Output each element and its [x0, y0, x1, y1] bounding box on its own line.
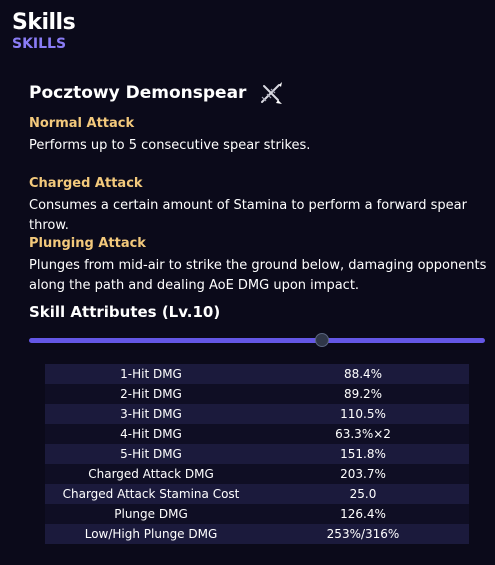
attribute-label: 1-Hit DMG [45, 364, 257, 384]
attribute-label: Plunge DMG [45, 504, 257, 524]
attribute-value: 89.2% [257, 384, 469, 404]
weapon-name: Pocztowy Demonspear [29, 83, 247, 103]
page-title: Skills [12, 10, 76, 35]
skill-attributes-title: Skill Attributes (Lv.10) [29, 303, 221, 321]
attribute-value: 253%/316% [257, 524, 469, 544]
attribute-row: 3-Hit DMG 110.5% [45, 404, 469, 424]
weapon-header: Pocztowy Demonspear [29, 80, 284, 106]
attribute-value: 126.4% [257, 504, 469, 524]
attack-description: Plunges from mid-air to strike the groun… [29, 258, 487, 293]
attribute-value: 25.0 [257, 484, 469, 504]
attribute-label: Charged Attack Stamina Cost [45, 484, 257, 504]
page-subtitle: SKILLS [12, 36, 67, 52]
attribute-value: 151.8% [257, 444, 469, 464]
attack-description: Consumes a certain amount of Stamina to … [29, 198, 467, 233]
attribute-label: 3-Hit DMG [45, 404, 257, 424]
slider-thumb[interactable] [315, 333, 330, 347]
attribute-label: 4-Hit DMG [45, 424, 257, 444]
skill-attributes-table: 1-Hit DMG 88.4% 2-Hit DMG 89.2% 3-Hit DMG 110… [45, 364, 469, 544]
page-header: Skills SKILLS [12, 10, 76, 52]
slider-track[interactable] [29, 338, 485, 343]
crossed-spears-icon [261, 82, 283, 104]
normal-attack-section: Normal Attack Performs up to 5 consecuti… [29, 115, 489, 156]
attribute-row: 1-Hit DMG 88.4% [45, 364, 469, 384]
attribute-row: 4-Hit DMG 63.3%×2 [45, 424, 469, 444]
attack-description: Performs up to 5 consecutive spear strik… [29, 138, 311, 153]
attribute-value: 63.3%×2 [257, 424, 469, 444]
attribute-value: 88.4% [257, 364, 469, 384]
attribute-value: 203.7% [257, 464, 469, 484]
attack-title: Plunging Attack [29, 236, 146, 251]
attribute-row: 2-Hit DMG 89.2% [45, 384, 469, 404]
attribute-row: Charged Attack DMG 203.7% [45, 464, 469, 484]
attribute-label: Charged Attack DMG [45, 464, 257, 484]
attribute-row: 5-Hit DMG 151.8% [45, 444, 469, 464]
level-slider[interactable] [29, 333, 485, 347]
attribute-value: 110.5% [257, 404, 469, 424]
attack-title: Normal Attack [29, 116, 135, 131]
charged-attack-section: Charged Attack Consumes a certain amount… [29, 175, 489, 236]
attribute-label: Low/High Plunge DMG [45, 524, 257, 544]
attack-title: Charged Attack [29, 176, 143, 191]
attribute-label: 2-Hit DMG [45, 384, 257, 404]
attribute-row: Plunge DMG 126.4% [45, 504, 469, 524]
attribute-row: Charged Attack Stamina Cost 25.0 [45, 484, 469, 504]
attribute-row: Low/High Plunge DMG 253%/316% [45, 524, 469, 544]
plunging-attack-section: Plunging Attack Plunges from mid-air to … [29, 235, 489, 296]
attribute-label: 5-Hit DMG [45, 444, 257, 464]
